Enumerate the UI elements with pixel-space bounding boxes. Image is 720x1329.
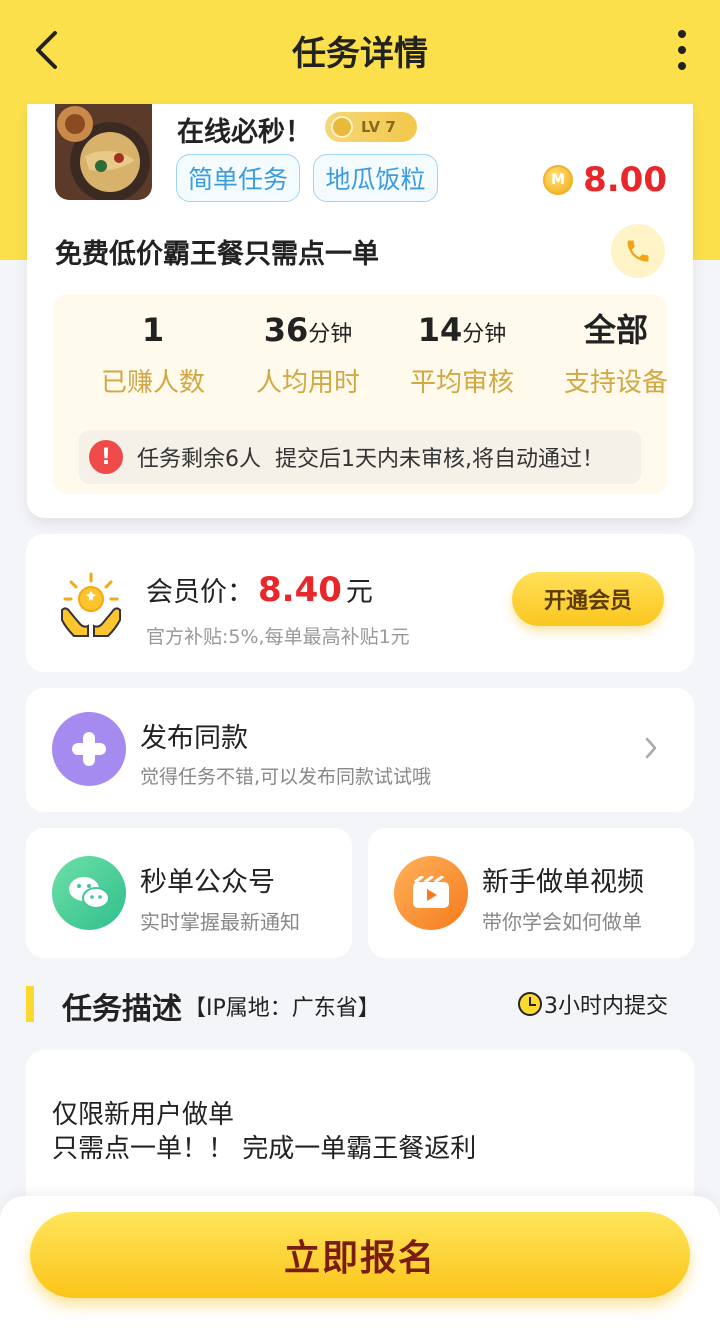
vip-price-line: 会员价： 8.40 元: [146, 570, 373, 610]
stat-label: 人均用时: [255, 368, 360, 398]
submit-deadline: 3小时内提交: [518, 988, 668, 1020]
tutorial-video-card[interactable]: 新手做单视频 带你学会如何做单: [368, 828, 694, 958]
description-line: 只需点一单！！ 完成一单霸王餐返利: [52, 1134, 477, 1164]
stats-panel: 1 已赚人数 36分钟 人均用时 14分钟 平均审核 全部 支持设备 ! 任务剩…: [53, 294, 668, 494]
vip-price: 8.40: [258, 570, 342, 610]
chevron-right-icon: [645, 737, 657, 759]
stat-label: 平均审核: [409, 368, 514, 398]
clock-icon: [518, 992, 542, 1016]
call-button[interactable]: [611, 224, 665, 278]
open-vip-button[interactable]: 开通会员: [512, 572, 664, 626]
stat-label: 支持设备: [563, 368, 668, 398]
ip-location: 【IP属地：广东省】: [184, 996, 380, 1021]
stat-avg-time: 36分钟 人均用时: [233, 308, 383, 399]
reward-price: M 8.00: [543, 160, 667, 200]
publish-subtitle: 觉得任务不错,可以发布同款试试哦: [140, 766, 432, 788]
price-value: 8.00: [583, 160, 667, 200]
description-header: 任务描述 【IP属地：广东省】 3小时内提交: [26, 984, 694, 1027]
description-title: 任务描述: [62, 992, 182, 1027]
sun-hands-icon: [56, 570, 126, 640]
tag-simple-task: 简单任务: [176, 154, 300, 202]
plus-icon: [52, 712, 126, 786]
description-line: 仅限新用户做单: [52, 1100, 235, 1130]
vip-subsidy: 官方补贴:5%,每单最高补贴1元: [146, 626, 410, 648]
level-badge: LV 7: [325, 112, 417, 142]
medal-icon: [331, 116, 353, 138]
vip-label: 会员价：: [146, 577, 254, 608]
publish-title: 发布同款: [140, 723, 248, 754]
level-text: LV 7: [361, 118, 396, 136]
vip-card: 会员价： 8.40 元 官方补贴:5%,每单最高补贴1元 开通会员: [26, 534, 694, 672]
task-card: 在线必秒！ LV 7 简单任务 地瓜饭粒 M 8.00 免费低价霸王餐只需点一单…: [27, 104, 693, 518]
tag-platform: 地瓜饭粒: [313, 154, 438, 202]
publish-same-card[interactable]: 发布同款 觉得任务不错,可以发布同款试试哦: [26, 688, 694, 812]
page-title: 任务详情: [292, 33, 428, 74]
more-dot: [678, 30, 686, 38]
wechat-subtitle: 实时掌握最新通知: [140, 910, 300, 934]
section-accent-bar: [26, 986, 34, 1022]
shop-name: 在线必秒！: [177, 117, 312, 148]
deadline-text: 3小时内提交: [544, 994, 668, 1019]
task-title: 免费低价霸王餐只需点一单: [55, 239, 379, 270]
wechat-official-card[interactable]: 秒单公众号 实时掌握最新通知: [26, 828, 352, 958]
video-icon: [394, 856, 468, 930]
shop-thumbnail: [55, 104, 152, 200]
more-dot: [678, 46, 686, 54]
stat-unit: 分钟: [462, 322, 507, 347]
stat-value: 1: [141, 311, 165, 349]
bottom-bar: 立即报名: [0, 1196, 720, 1329]
wechat-title: 秒单公众号: [140, 867, 275, 898]
stat-value: 全部: [583, 311, 648, 349]
wechat-icon: [52, 856, 126, 930]
remaining-notice: ! 任务剩余6人 提交后1天内未审核,将自动通过！: [79, 430, 641, 484]
stat-value: 14: [417, 311, 463, 349]
stat-devices: 全部 支持设备: [541, 308, 691, 399]
stat-label: 已赚人数: [100, 368, 205, 398]
top-bar: 任务详情: [0, 0, 720, 100]
stat-value: 36: [263, 311, 309, 349]
stat-earned: 1 已赚人数: [78, 308, 228, 399]
phone-icon: [627, 240, 649, 262]
warning-icon: !: [89, 440, 123, 474]
stat-avg-review: 14分钟 平均审核: [387, 308, 537, 399]
signup-button[interactable]: 立即报名: [30, 1212, 690, 1298]
notice-text: 任务剩余6人 提交后1天内未审核,将自动通过！: [137, 447, 604, 472]
stat-unit: 分钟: [308, 322, 353, 347]
vip-unit: 元: [345, 577, 373, 608]
back-button[interactable]: [26, 26, 66, 74]
video-subtitle: 带你学会如何做单: [482, 910, 642, 934]
more-dot: [678, 62, 686, 70]
more-menu-button[interactable]: [672, 30, 692, 70]
chevron-left-icon: [36, 31, 57, 69]
video-title: 新手做单视频: [482, 867, 644, 898]
coin-icon: M: [543, 165, 574, 195]
